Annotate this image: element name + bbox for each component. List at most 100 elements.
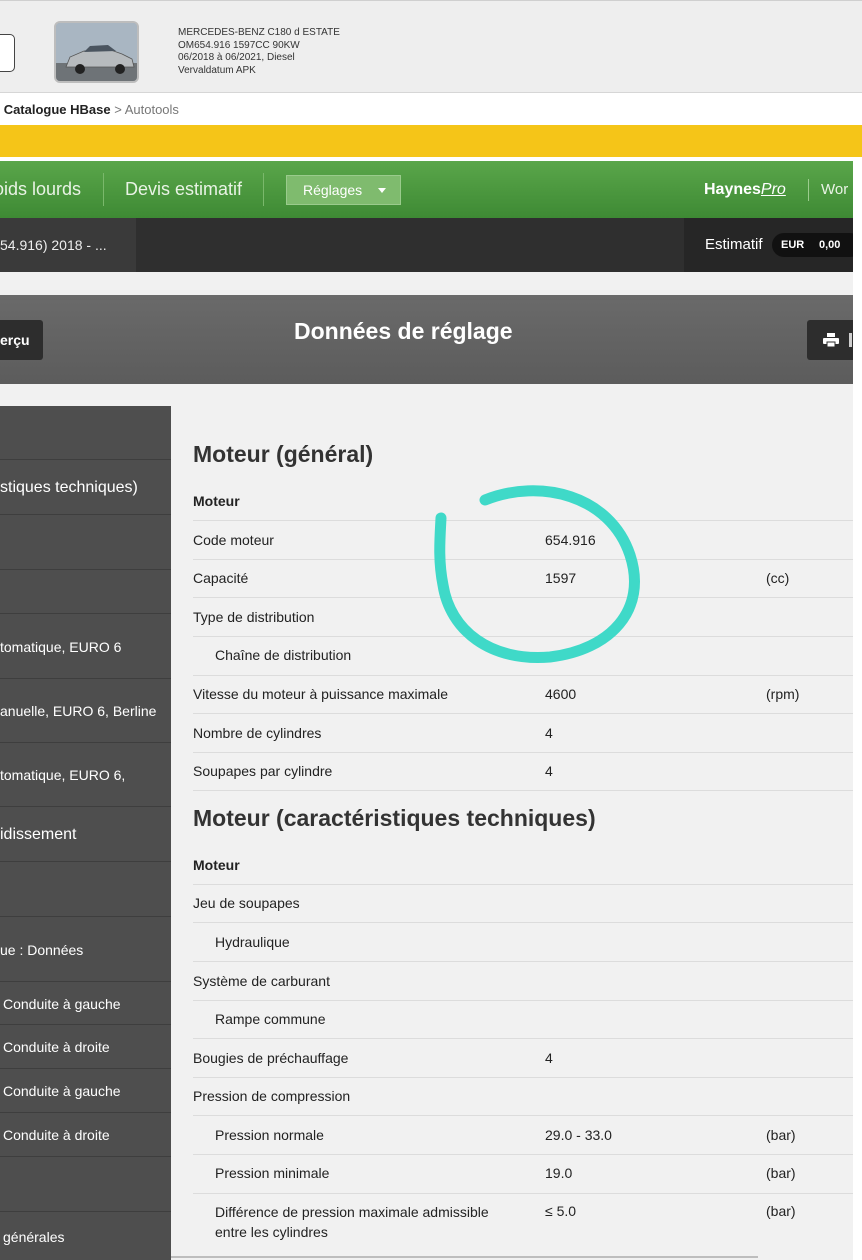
table-row: Nombre de cylindres 4 [193, 714, 853, 753]
print-icon [823, 333, 839, 347]
table-row: Soupapes par cylindre 4 [193, 753, 853, 791]
group-header: Moteur [193, 846, 853, 885]
sidebar-item-blank[interactable] [0, 1158, 171, 1212]
sidebar-item-label: générales [3, 1228, 65, 1245]
nav-heavy-vehicles[interactable]: oids lourds [0, 161, 81, 218]
row-label: Pression de compression [193, 1088, 351, 1104]
breadcrumb: r Catalogue HBase > Autotools [0, 94, 862, 125]
sidebar-item-rhd-1[interactable]: Conduite à droite [0, 1026, 171, 1069]
sidebar-item-tech-specs[interactable]: stiques techniques) [0, 461, 171, 515]
row-label: Système de carburant [193, 973, 330, 989]
haynespro-logo: HaynesPro [704, 161, 786, 218]
row-value: 4 [545, 763, 553, 779]
sidebar-item-general[interactable]: générales [0, 1213, 171, 1260]
row-label: Pression normale [215, 1127, 324, 1143]
breadcrumb-current: Autotools [124, 102, 179, 117]
table-row: Hydraulique [193, 923, 853, 962]
sidebar-item-label: idissement [0, 825, 77, 843]
table-row: Rampe commune [193, 1001, 853, 1039]
section-title-engine-specs: Moteur (caractéristiques techniques) [193, 805, 596, 831]
sidebar-spacer [0, 384, 171, 406]
vehicle-tab-label: 54.916) 2018 - ... [0, 237, 107, 253]
breadcrumb-catalogue[interactable]: Catalogue HBase [4, 102, 111, 117]
row-value: ≤ 5.0 [545, 1203, 577, 1219]
row-label: Pression minimale [215, 1165, 330, 1181]
sidebar-item-label: Conduite à droite [3, 1127, 110, 1143]
page-edge [853, 161, 862, 1260]
sidebar-item-label: anuelle, EURO 6, Berline [0, 703, 157, 719]
row-label: Rampe commune [215, 1011, 326, 1027]
table-row: Jeu de soupapes [193, 885, 853, 923]
sidebar-item-blank[interactable] [0, 863, 171, 917]
nav-divider [808, 179, 809, 201]
sidebar-item-auto-euro6[interactable]: tomatique, EURO 6 [0, 615, 171, 679]
table-row: Pression minimale 19.0 (bar) [193, 1155, 853, 1194]
row-label: Jeu de soupapes [193, 895, 300, 911]
group-label: Moteur [193, 493, 240, 509]
sidebar-item-blank[interactable] [0, 406, 171, 460]
row-label: Type de distribution [193, 609, 315, 625]
overview-button[interactable]: erçu [0, 320, 43, 360]
row-label: Code moteur [193, 532, 274, 548]
overview-label: erçu [0, 332, 30, 348]
reglages-dropdown[interactable]: Réglages [286, 175, 401, 205]
table-row: Différence de pression maximale admissib… [193, 1194, 853, 1254]
vehicle-thumbnail[interactable] [54, 21, 139, 83]
row-value: 4600 [545, 686, 577, 702]
row-unit: (cc) [766, 570, 790, 586]
reglages-label: Réglages [303, 182, 363, 198]
sidebar-item-data[interactable]: ue : Données [0, 918, 171, 982]
breadcrumb-separator: > [110, 102, 125, 117]
caret-down-icon [378, 188, 386, 193]
estimate-label: Estimatif [705, 236, 763, 253]
sidebar-item-rhd-2[interactable]: Conduite à droite [0, 1114, 171, 1157]
vehicle-tab[interactable]: 54.916) 2018 - ... [0, 218, 136, 272]
row-value: 4 [545, 725, 553, 741]
estimate-amount: 0,00 [819, 239, 841, 251]
table-row: Chaîne de distribution [193, 637, 853, 676]
sidebar-item-blank[interactable] [0, 516, 171, 570]
sidebar-item-label: ue : Données [0, 941, 84, 958]
vehicle-info: MERCEDES-BENZ C180 d ESTATE OM654.916 15… [178, 27, 340, 77]
sidebar-item-manual-euro6[interactable]: anuelle, EURO 6, Berline [0, 680, 171, 743]
row-value: 4 [545, 1050, 553, 1066]
row-value: 19.0 [545, 1165, 573, 1181]
estimate-total-badge[interactable]: EUR 0,00 [772, 233, 862, 257]
vehicle-bar: 54.916) 2018 - ... Estimatif [0, 218, 853, 272]
vehicle-header: MERCEDES-BENZ C180 d ESTATE OM654.916 15… [0, 0, 862, 93]
car-image [56, 23, 137, 81]
sidebar-item-label: Conduite à gauche [3, 995, 121, 1012]
nav-estimate[interactable]: Devis estimatif [125, 161, 242, 218]
print-divider [849, 333, 852, 347]
nav-divider [263, 173, 264, 206]
sidebar-item-blank[interactable] [0, 571, 171, 614]
row-label: Bougies de préchauffage [193, 1050, 349, 1066]
sidebar-item-lhd-1[interactable]: Conduite à gauche [0, 983, 171, 1025]
group-header: Moteur [193, 482, 853, 521]
table-row: Pression normale 29.0 - 33.0 (bar) [193, 1116, 853, 1155]
row-unit: (bar) [766, 1127, 796, 1143]
row-value: 654.916 [545, 532, 596, 548]
sidebar-item-auto-euro6-2[interactable]: tomatique, EURO 6, [0, 744, 171, 807]
row-label: Chaîne de distribution [215, 647, 352, 663]
sidebar-item-cooling[interactable]: idissement [0, 808, 171, 862]
row-label: Nombre de cylindres [193, 725, 322, 741]
table-row: Système de carburant [193, 962, 853, 1001]
row-label: Capacité [193, 570, 249, 586]
vehicle-model: MERCEDES-BENZ C180 d ESTATE [178, 27, 340, 38]
table-row: Bougies de préchauffage 4 [193, 1039, 853, 1078]
notice-strip [0, 125, 862, 157]
page-title: Données de réglage [294, 318, 513, 344]
row-label: Hydraulique [215, 934, 290, 950]
nav-workshop[interactable]: Wor [821, 161, 848, 218]
table-row: Code moteur 654.916 [193, 521, 853, 560]
nav-divider [103, 173, 104, 206]
row-unit: (bar) [766, 1203, 796, 1219]
main-nav: oids lourds Devis estimatif Réglages Hay… [0, 161, 853, 218]
sidebar-item-label: tomatique, EURO 6, [0, 767, 126, 783]
sidebar-item-lhd-2[interactable]: Conduite à gauche [0, 1070, 171, 1113]
search-input[interactable] [0, 34, 15, 72]
group-label: Moteur [193, 857, 240, 873]
row-label: Vitesse du moteur à puissance maximale [193, 686, 448, 702]
section-title-engine-general: Moteur (général) [193, 441, 374, 467]
